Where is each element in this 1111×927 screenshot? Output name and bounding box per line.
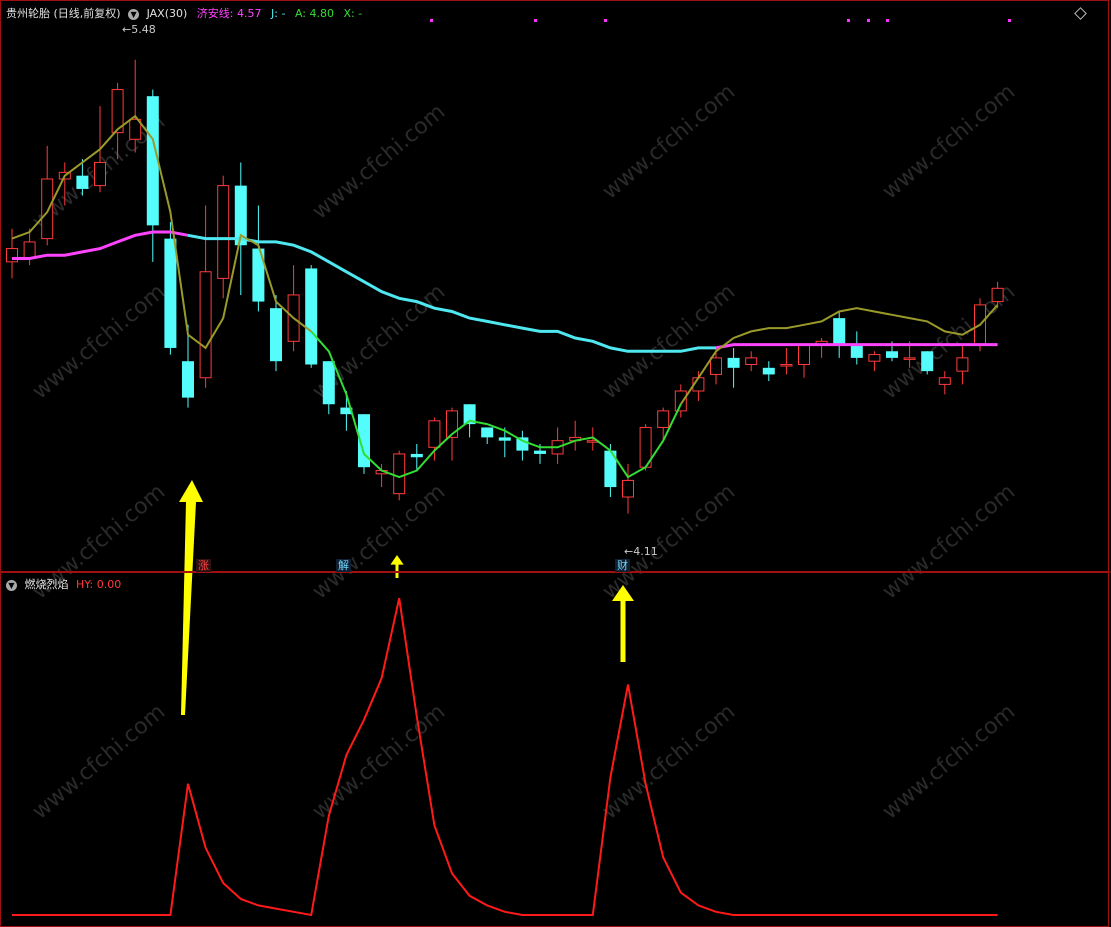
candle-body-up bbox=[622, 479, 634, 498]
watermark-text: www.cfchi.com bbox=[878, 79, 1020, 204]
candle-body-down bbox=[498, 437, 511, 441]
j-value: - bbox=[281, 7, 286, 20]
signal-dot bbox=[847, 19, 850, 22]
marker-cai: 财 bbox=[615, 559, 630, 572]
watermark-text: www.cfchi.com bbox=[308, 99, 450, 224]
period-label: (日线,前复权) bbox=[53, 7, 121, 20]
hy-label: HY: bbox=[76, 578, 94, 591]
candle-body-down bbox=[322, 361, 335, 405]
signal-dot bbox=[604, 19, 607, 22]
candle-body-up bbox=[798, 344, 810, 365]
high-price-label: ←5.48 bbox=[122, 23, 156, 36]
watermark-text: www.cfchi.com bbox=[598, 79, 740, 204]
candle-body-up bbox=[868, 354, 881, 362]
candle-body-down bbox=[727, 357, 740, 368]
signal-dot bbox=[886, 19, 889, 22]
candle-body-up bbox=[938, 377, 951, 385]
j-label: J: bbox=[271, 7, 278, 20]
candle-body-down bbox=[886, 351, 898, 358]
signal-dot bbox=[867, 19, 870, 22]
candle-body-down bbox=[182, 361, 194, 398]
signal-dots bbox=[430, 19, 1011, 22]
arrow-cai bbox=[612, 585, 634, 662]
candle-body-up bbox=[903, 357, 916, 360]
candle-body-up bbox=[94, 161, 106, 187]
sub-panel-border bbox=[0, 572, 1109, 927]
hy-layer bbox=[12, 597, 998, 917]
marker-jie: 解 bbox=[336, 559, 351, 572]
jian-line-magenta-left bbox=[12, 230, 189, 260]
candle-body-down bbox=[850, 344, 863, 358]
candle-body-down bbox=[410, 453, 423, 458]
sub-indicator-dropdown-icon[interactable]: ▼ bbox=[6, 579, 17, 591]
watermark-layer: www.cfchi.com www.cfchi.com www.cfchi.com w… bbox=[28, 79, 1020, 824]
signal-dot bbox=[534, 19, 537, 22]
candle-body-up bbox=[199, 271, 212, 379]
candle-body-down bbox=[76, 175, 89, 189]
hy-line bbox=[12, 597, 998, 917]
watermark-text: www.cfchi.com bbox=[308, 699, 450, 824]
marker-zhang: 涨 bbox=[196, 559, 211, 572]
watermark-text: www.cfchi.com bbox=[598, 699, 740, 824]
candle-body-up bbox=[991, 287, 1004, 303]
x-value: - bbox=[358, 7, 363, 20]
arrow-jie bbox=[390, 555, 404, 578]
candle-body-down bbox=[534, 450, 546, 454]
a-label: A: bbox=[294, 7, 306, 20]
candle-body-down bbox=[270, 308, 282, 362]
x-label: X: bbox=[343, 7, 355, 20]
high-price-value: 5.48 bbox=[131, 23, 156, 36]
main-header: 贵州轮胎 (日线,前复权) ▼ JAX(30) 济安线: 4.57 J: - A… bbox=[6, 5, 362, 21]
jian-label: 济安线: bbox=[196, 7, 234, 20]
jian-value: 4.57 bbox=[237, 7, 262, 20]
watermark-text: www.cfchi.com bbox=[878, 479, 1020, 604]
candle-body-up bbox=[428, 420, 441, 448]
chart-canvas: www.cfchi.com www.cfchi.com www.cfchi.com w… bbox=[0, 0, 1111, 927]
candle-body-down bbox=[833, 318, 846, 345]
indicator-dropdown-icon[interactable]: ▼ bbox=[128, 8, 140, 20]
stock-name: 贵州轮胎 bbox=[6, 7, 50, 20]
watermark-text: www.cfchi.com bbox=[598, 479, 740, 604]
candle-body-down bbox=[164, 238, 177, 348]
candle-body-up bbox=[674, 390, 687, 412]
watermark-text: www.cfchi.com bbox=[28, 279, 170, 404]
signal-dot bbox=[1008, 19, 1011, 22]
candle-body-up bbox=[710, 357, 722, 375]
hy-value: 0.00 bbox=[96, 578, 122, 591]
candle-body-up bbox=[956, 357, 969, 372]
a-value: 4.80 bbox=[309, 7, 335, 20]
candle-body-up bbox=[41, 178, 54, 240]
candle-body-up bbox=[23, 241, 36, 259]
indicator-name[interactable]: JAX(30) bbox=[147, 7, 188, 20]
candle-body-up bbox=[745, 357, 758, 365]
candle-body-up bbox=[393, 453, 406, 495]
candle-body-up bbox=[657, 410, 670, 428]
signal-dot bbox=[430, 19, 433, 22]
candle-body-down bbox=[481, 427, 494, 438]
candle-body-down bbox=[762, 367, 775, 375]
watermark-text: www.cfchi.com bbox=[308, 479, 450, 604]
candle-body-up bbox=[780, 364, 793, 367]
watermark-text: www.cfchi.com bbox=[878, 699, 1020, 824]
sub-indicator-name[interactable]: 燃烧烈焰 bbox=[25, 578, 69, 591]
low-price-value: 4.11 bbox=[633, 545, 658, 558]
watermark-text: www.cfchi.com bbox=[28, 699, 170, 824]
arrow-zhang bbox=[179, 480, 203, 715]
jian-line-cyan bbox=[187, 233, 716, 353]
candle-body-down bbox=[305, 268, 318, 365]
low-price-label: ←4.11 bbox=[624, 545, 658, 558]
watermark-text: www.cfchi.com bbox=[598, 279, 740, 404]
candle-body-up bbox=[217, 185, 230, 279]
sub-header: ▼ 燃烧烈焰 HY: 0.00 bbox=[6, 576, 121, 592]
candle-body-down bbox=[921, 351, 934, 372]
